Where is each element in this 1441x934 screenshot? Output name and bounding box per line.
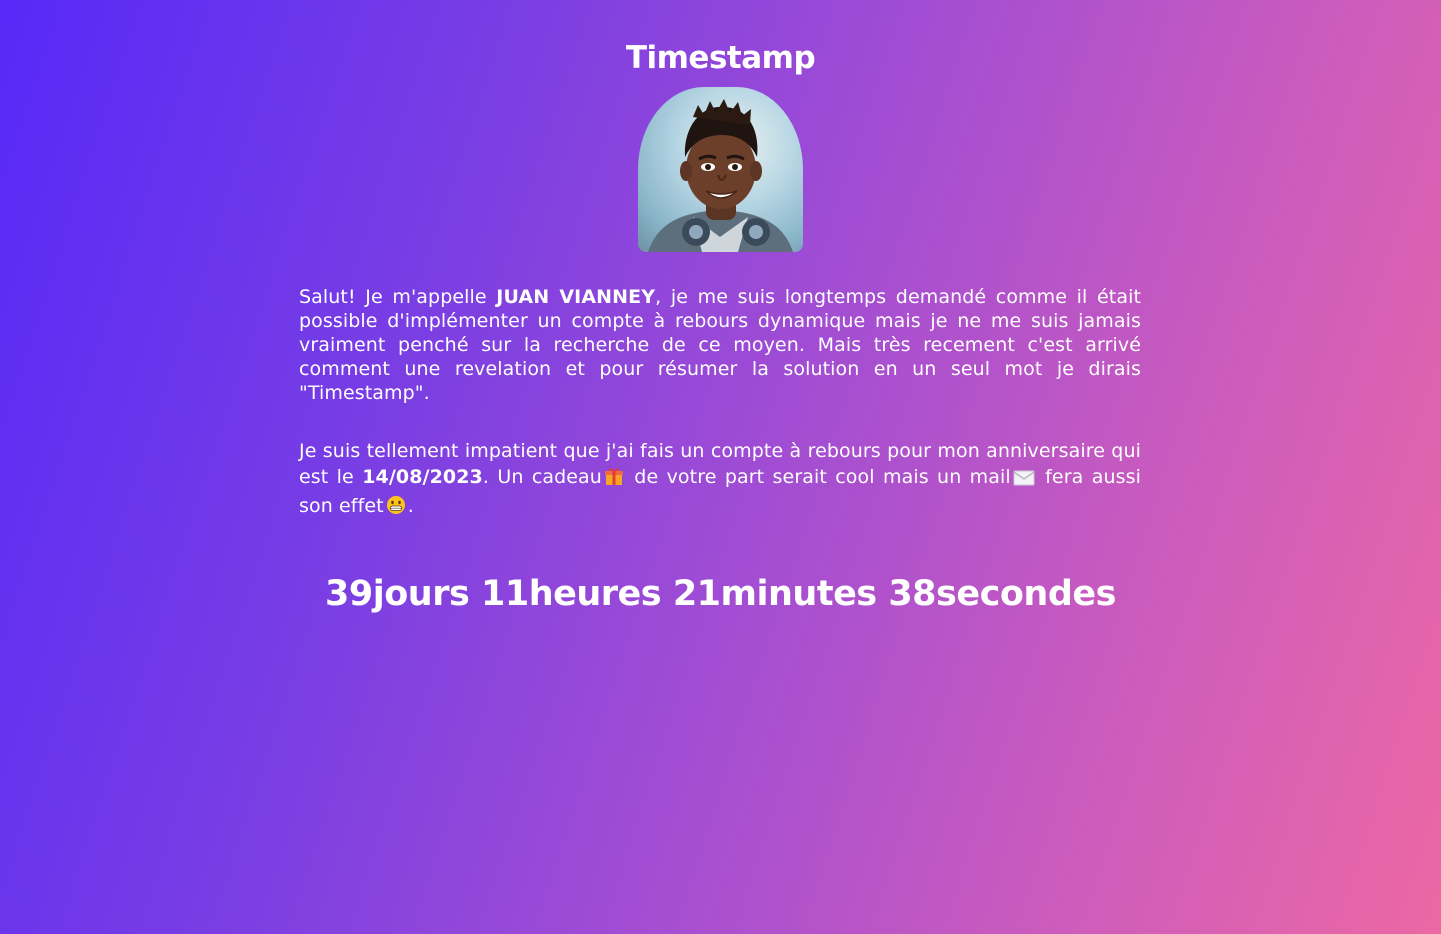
countdown-hours-value: 11	[481, 574, 529, 614]
countdown-hours: 11heures	[481, 574, 662, 614]
countdown-seconds: 38secondes	[888, 574, 1116, 614]
countdown-seconds-unit: secondes	[936, 574, 1116, 614]
page-title: Timestamp	[625, 40, 816, 76]
birthday-paragraph: Je suis tellement impatient que j'ai fai…	[299, 438, 1141, 522]
countdown-minutes: 21minutes	[673, 574, 877, 614]
avatar-portrait	[648, 99, 793, 252]
author-name: JUAN VIANNEY	[496, 286, 656, 308]
gift-icon	[604, 466, 624, 493]
avatar	[638, 87, 803, 252]
birthday-date: 14/08/2023	[362, 466, 483, 488]
birthday-text-end: .	[407, 495, 414, 517]
grinning-face-icon	[386, 495, 406, 522]
birthday-text-after-gift: de votre part serait cool mais un mail	[625, 466, 1011, 488]
countdown-seconds-value: 38	[888, 574, 937, 614]
countdown-minutes-value: 21	[672, 574, 721, 614]
page: Timestamp Salut! Je m'appelle JUAN VIANN…	[0, 0, 1441, 934]
countdown-days-value: 39	[325, 574, 373, 614]
birthday-text-after-date: . Un cadeau	[482, 466, 602, 488]
countdown-timer: 39jours 11heures 21minutes 38secondes	[0, 574, 1441, 614]
intro-paragraph: Salut! Je m'appelle JUAN VIANNEY, je me …	[299, 285, 1141, 405]
intro-greeting: Salut! Je m'appelle	[299, 286, 497, 308]
envelope-icon	[1013, 467, 1035, 493]
countdown-hours-unit: heures	[528, 574, 662, 614]
countdown-days-unit: jours	[372, 574, 470, 614]
countdown-minutes-unit: minutes	[720, 574, 878, 614]
countdown-days: 39jours	[325, 574, 470, 614]
